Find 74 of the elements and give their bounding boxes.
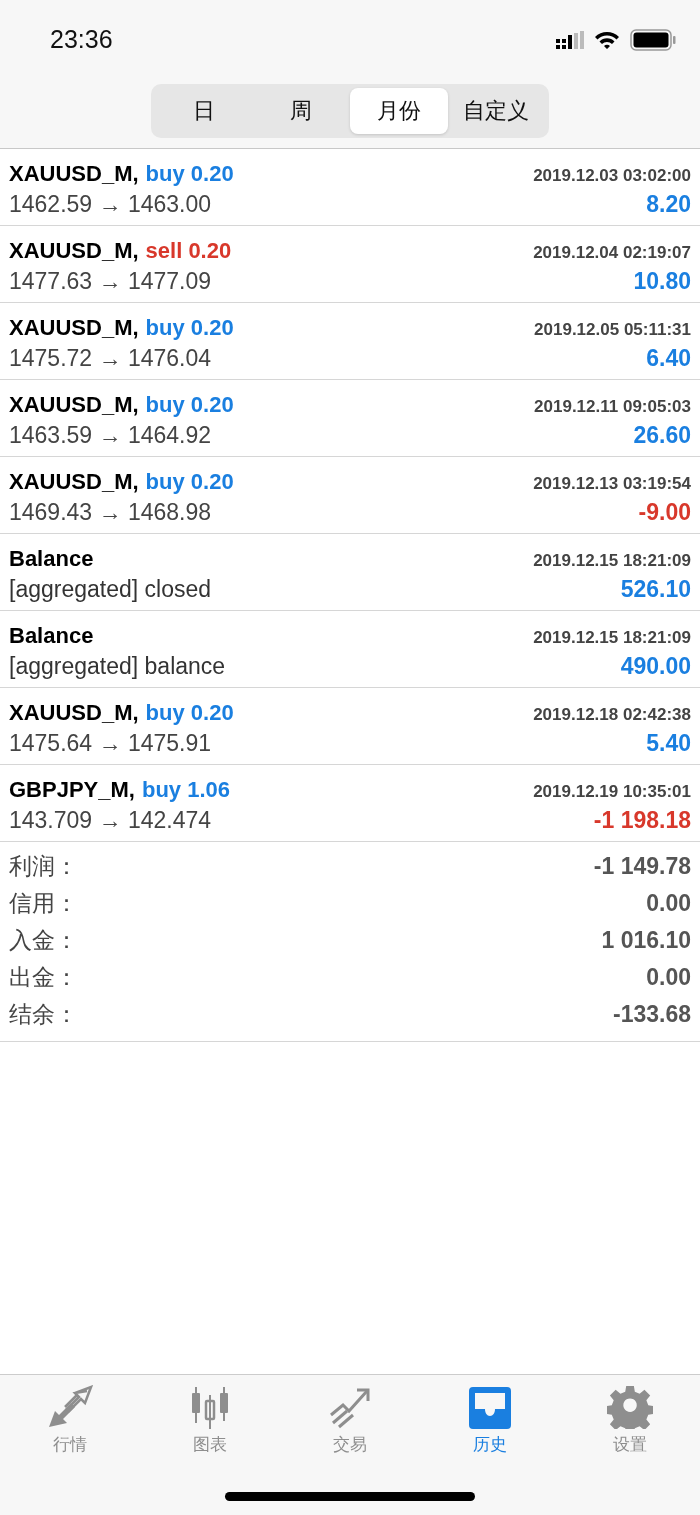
deal-row[interactable]: XAUUSD_M, buy 0.20 2019.12.05 05:11:31 1475.72 → 1476.04 6.40 (0, 303, 700, 380)
period-tab[interactable]: 月份 (350, 88, 448, 134)
deal-symbol: GBPJPY_M, (9, 776, 135, 803)
summary-label: 入金： (9, 926, 78, 955)
summary-label: 利润： (9, 852, 78, 881)
deal-row[interactable]: XAUUSD_M, buy 0.20 2019.12.13 03:19:54 1469.43 → 1468.98 -9.00 (0, 457, 700, 534)
summary-value: 0.00 (646, 964, 691, 991)
deal-action: buy 1.06 (141, 776, 230, 803)
deal-profit: -9.00 (638, 498, 691, 526)
deal-row[interactable]: XAUUSD_M, buy 0.20 2019.12.11 09:05:03 1463.59 → 1464.92 26.60 (0, 380, 700, 457)
deal-symbol: Balance (9, 622, 94, 649)
deal-time: 2019.12.11 09:05:03 (534, 396, 691, 417)
deal-action: sell 0.20 (145, 237, 232, 264)
summary-value: 0.00 (646, 890, 691, 917)
deal-time: 2019.12.18 02:42:38 (533, 704, 691, 725)
period-tab[interactable]: 自定义 (447, 88, 545, 134)
deal-action: buy 0.20 (145, 699, 234, 726)
deal-prices: 143.709 → 142.474 (9, 806, 212, 834)
summary-value: -133.68 (613, 1001, 691, 1028)
nav-tab[interactable]: 历史 (420, 1385, 560, 1456)
deal-profit: 6.40 (646, 344, 691, 372)
deal-profit: 10.80 (633, 267, 691, 295)
deal-symbol: XAUUSD_M, (9, 160, 139, 187)
deal-symbol: XAUUSD_M, (9, 699, 139, 726)
deal-profit: 5.40 (646, 729, 691, 757)
settings-icon (607, 1385, 653, 1429)
deal-prices: [aggregated] balance (9, 652, 226, 680)
summary-label: 出金： (9, 963, 78, 992)
deal-action: buy 0.20 (145, 160, 234, 187)
summary-value: 1 016.10 (601, 927, 691, 954)
deal-profit: 526.10 (620, 575, 691, 603)
deal-time: 2019.12.19 10:35:01 (533, 781, 691, 802)
deal-prices: 1475.64 → 1475.91 (9, 729, 212, 757)
deal-time: 2019.12.05 05:11:31 (534, 319, 691, 340)
status-time: 23:36 (50, 24, 113, 54)
deal-time: 2019.12.15 18:21:09 (533, 550, 691, 571)
deal-prices: 1463.59 → 1464.92 (9, 421, 212, 449)
period-tab[interactable]: 周 (252, 88, 350, 134)
deal-time: 2019.12.04 02:19:07 (533, 242, 691, 263)
deal-profit: 26.60 (633, 421, 691, 449)
deal-prices: 1462.59 → 1463.00 (9, 190, 212, 218)
deal-profit: 8.20 (646, 190, 691, 218)
deal-time: 2019.12.13 03:19:54 (533, 473, 691, 494)
deal-row[interactable]: GBPJPY_M, buy 1.06 2019.12.19 10:35:01 143.709 → 142.474 -1 198.18 (0, 765, 700, 842)
deal-prices: 1469.43 → 1468.98 (9, 498, 212, 526)
deal-row[interactable]: XAUUSD_M, buy 0.20 2019.12.18 02:42:38 1475.64 → 1475.91 5.40 (0, 688, 700, 765)
wifi-icon (594, 30, 620, 50)
signal-icon (556, 31, 584, 49)
inbox-tray-icon (467, 1385, 513, 1429)
deal-action: buy 0.20 (145, 468, 234, 495)
battery-icon (630, 29, 676, 51)
deal-row[interactable]: Balance 2019.12.15 18:21:09 [aggregated] closed 526.10 (0, 534, 700, 611)
deal-action: buy 0.20 (145, 391, 234, 418)
deal-row[interactable]: Balance 2019.12.15 18:21:09 [aggregated] balance 490.00 (0, 611, 700, 688)
period-tab[interactable]: 日 (155, 88, 253, 134)
deal-symbol: XAUUSD_M, (9, 237, 139, 264)
deal-prices: 1475.72 → 1476.04 (9, 344, 212, 372)
double-arrow-icon (47, 1385, 93, 1429)
deal-time: 2019.12.15 18:21:09 (533, 627, 691, 648)
summary-label: 信用： (9, 889, 78, 918)
deal-profit: -1 198.18 (593, 806, 691, 834)
deal-time: 2019.12.03 03:02:00 (533, 165, 691, 186)
deal-prices: 1477.63 → 1477.09 (9, 267, 212, 295)
deal-symbol: Balance (9, 545, 94, 572)
summary-value: -1 149.78 (593, 853, 691, 880)
deal-row[interactable]: XAUUSD_M, sell 0.20 2019.12.04 02:19:07 1477.63 → 1477.09 10.80 (0, 226, 700, 303)
deal-action: buy 0.20 (145, 314, 234, 341)
deal-symbol: XAUUSD_M, (9, 468, 139, 495)
deal-symbol: XAUUSD_M, (9, 391, 139, 418)
deal-prices: [aggregated] closed (9, 575, 212, 603)
deal-profit: 490.00 (620, 652, 691, 680)
deal-symbol: XAUUSD_M, (9, 314, 139, 341)
deal-row[interactable]: XAUUSD_M, buy 0.20 2019.12.03 03:02:00 1462.59 → 1463.00 8.20 (0, 149, 700, 226)
summary-label: 结余： (9, 1000, 78, 1029)
